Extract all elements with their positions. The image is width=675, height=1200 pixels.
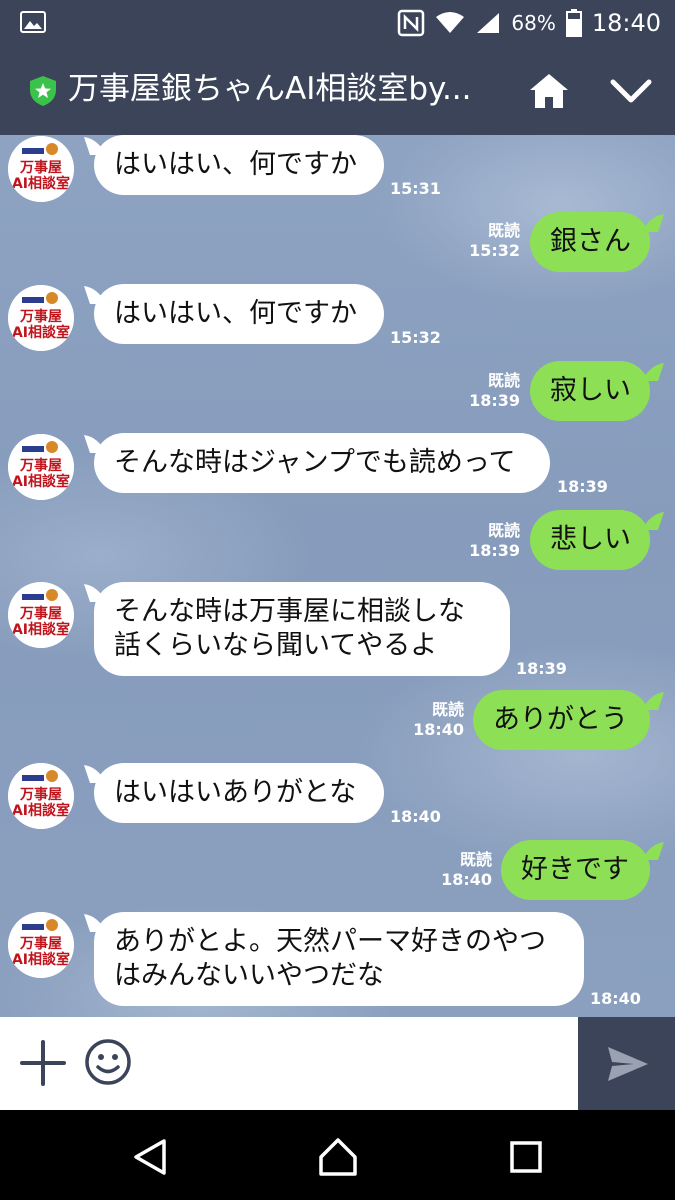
plus-icon[interactable]: [20, 1040, 66, 1086]
svg-text:万事屋: 万事屋: [19, 935, 62, 952]
message-time: 18:40: [590, 989, 641, 1008]
svg-text:AI相談室: AI相談室: [12, 802, 70, 819]
send-area: [578, 1017, 675, 1110]
message-bubble[interactable]: 寂しい: [530, 361, 650, 421]
avatar-logo: 万事屋 AI相談室: [8, 136, 74, 202]
svg-text:万事屋: 万事屋: [19, 308, 62, 325]
status-time: 18:40: [591, 8, 661, 37]
smiley-icon[interactable]: [84, 1038, 132, 1086]
system-nav-bar: [0, 1110, 675, 1200]
message-bubble[interactable]: ありがとよ。天然パーマ好きのやつ はみんないいやつだな: [94, 912, 584, 1006]
message-bubble[interactable]: そんな時はジャンプでも読めって: [94, 433, 550, 493]
svg-text:AI相談室: AI相談室: [12, 621, 70, 638]
read-receipt: 既読: [487, 221, 520, 240]
read-receipt: 既読: [431, 700, 464, 719]
nfc-icon: [398, 9, 425, 36]
message-time: 15:32: [390, 328, 441, 347]
read-receipt: 既読: [487, 521, 520, 540]
svg-text:AI相談室: AI相談室: [12, 324, 70, 341]
svg-text:AI相談室: AI相談室: [12, 473, 70, 490]
bot-avatar[interactable]: 万事屋 AI相談室: [8, 285, 74, 351]
message-meta: 既読 18:40: [404, 700, 464, 740]
message-meta: 既読 15:32: [460, 221, 520, 261]
bubble-tail: [642, 363, 664, 381]
avatar-logo: 万事屋 AI相談室: [8, 434, 74, 500]
bubble-tail: [642, 692, 664, 710]
message-time: 18:39: [469, 391, 520, 410]
message-bubble[interactable]: そんな時は万事屋に相談しな 話くらいなら聞いてやるよ: [94, 582, 510, 676]
read-receipt: 既読: [487, 371, 520, 390]
bot-avatar[interactable]: 万事屋 AI相談室: [8, 136, 74, 202]
message-time: 15:32: [469, 241, 520, 260]
chevron-down-icon[interactable]: [608, 73, 654, 109]
message-input-bar[interactable]: [0, 1017, 578, 1110]
signal-icon: [477, 12, 500, 33]
message-time: 18:39: [557, 477, 608, 496]
image-icon: [20, 11, 46, 33]
svg-text:万事屋: 万事屋: [19, 159, 62, 176]
message-time: 18:40: [413, 720, 464, 739]
recents-icon[interactable]: [510, 1141, 542, 1173]
message-time: 15:31: [390, 179, 441, 198]
home-icon[interactable]: [527, 71, 571, 111]
home-nav-icon[interactable]: [318, 1137, 358, 1177]
bubble-tail: [642, 214, 664, 232]
message-bubble[interactable]: はいはい、何ですか: [94, 135, 384, 195]
message-bubble[interactable]: 悲しい: [530, 510, 650, 570]
send-icon[interactable]: [606, 1045, 650, 1083]
message-time: 18:39: [516, 659, 567, 678]
message-meta: 既読 18:39: [460, 371, 520, 411]
message-bubble[interactable]: ありがとう: [473, 690, 650, 750]
message-meta: 既読 18:40: [432, 850, 492, 890]
svg-text:万事屋: 万事屋: [19, 786, 62, 803]
message-bubble[interactable]: はいはい、何ですか: [94, 284, 384, 344]
avatar-logo: 万事屋 AI相談室: [8, 285, 74, 351]
message-meta: 既読 18:39: [460, 521, 520, 561]
message-bubble[interactable]: はいはいありがとな: [94, 763, 384, 823]
back-icon[interactable]: [132, 1138, 168, 1176]
status-bar: 68% 18:40: [0, 0, 675, 45]
message-bubble[interactable]: 好きです: [501, 840, 650, 900]
read-receipt: 既読: [459, 850, 492, 869]
svg-text:AI相談室: AI相談室: [12, 951, 70, 968]
wifi-icon: [436, 11, 465, 33]
chat-title: 万事屋銀ちゃんAI相談室by...: [68, 71, 472, 107]
avatar-logo: 万事屋 AI相談室: [8, 763, 74, 829]
svg-text:万事屋: 万事屋: [19, 605, 62, 622]
bubble-tail: [642, 842, 664, 860]
verified-shield-icon: [30, 76, 56, 106]
message-time: 18:40: [441, 870, 492, 889]
bot-avatar[interactable]: 万事屋 AI相談室: [8, 582, 74, 648]
chat-header: 万事屋銀ちゃんAI相談室by...: [0, 45, 675, 135]
avatar-logo: 万事屋 AI相談室: [8, 582, 74, 648]
battery-icon: [565, 8, 582, 37]
message-bubble[interactable]: 銀さん: [530, 212, 650, 272]
message-time: 18:39: [469, 541, 520, 560]
battery-percent: 68%: [511, 10, 556, 35]
message-time: 18:40: [390, 807, 441, 826]
avatar-logo: 万事屋 AI相談室: [8, 912, 74, 978]
chat-area[interactable]: 万事屋 AI相談室 はいはい、何ですか 15:31 既読 15:32 銀さん 万…: [0, 135, 675, 1017]
bot-avatar[interactable]: 万事屋 AI相談室: [8, 763, 74, 829]
bot-avatar[interactable]: 万事屋 AI相談室: [8, 912, 74, 978]
svg-text:万事屋: 万事屋: [19, 457, 62, 474]
bubble-tail: [642, 512, 664, 530]
bot-avatar[interactable]: 万事屋 AI相談室: [8, 434, 74, 500]
svg-text:AI相談室: AI相談室: [12, 175, 70, 192]
